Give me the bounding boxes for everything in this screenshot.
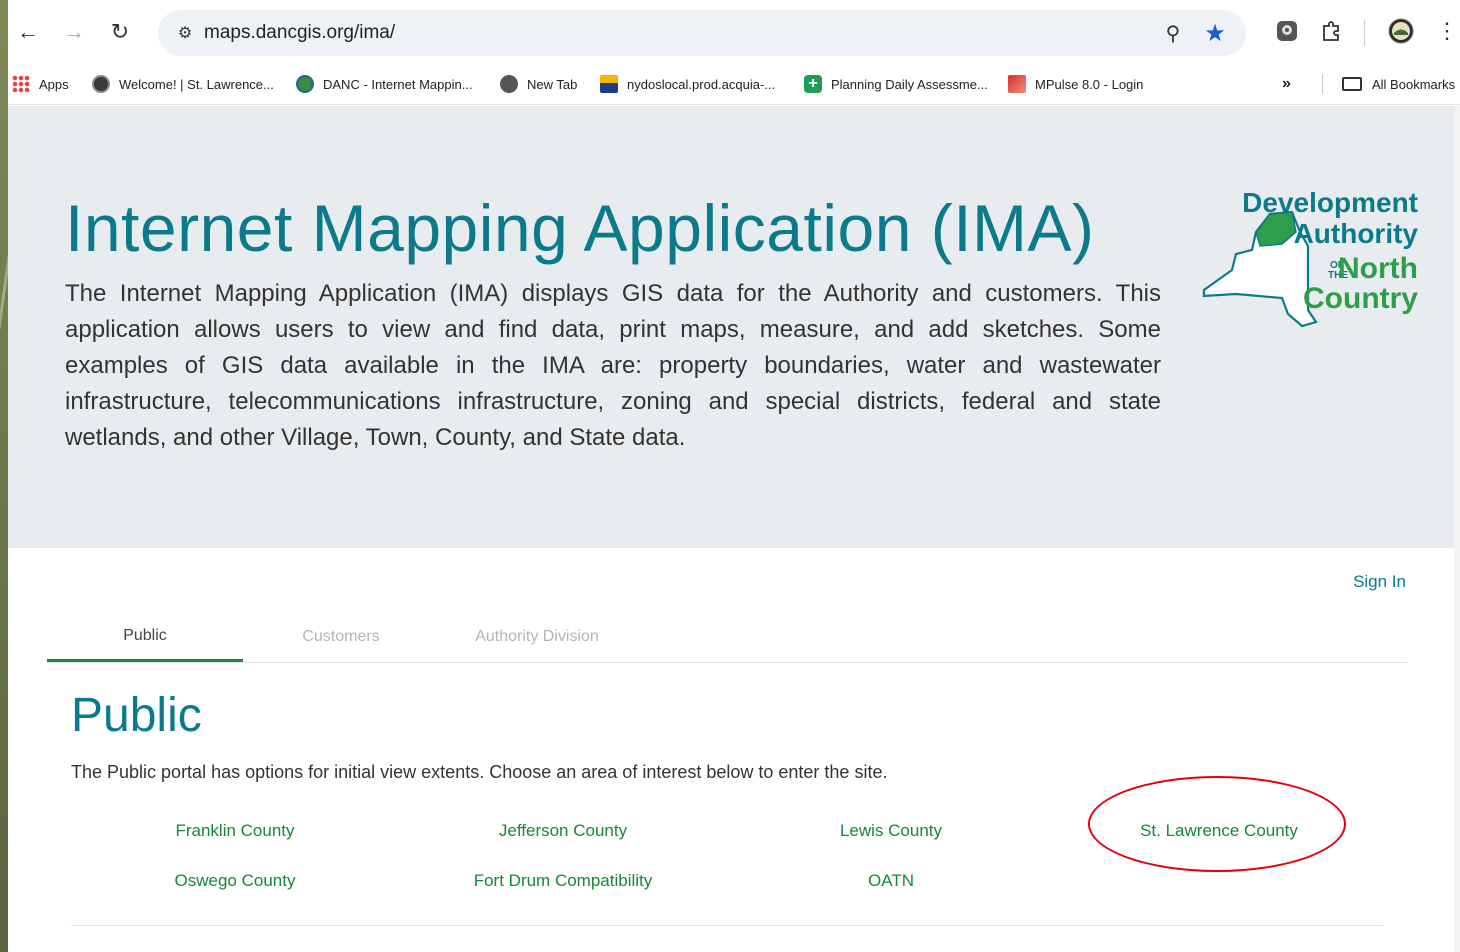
area-link-fort-drum[interactable]: Fort Drum Compatibility: [433, 871, 693, 891]
tab-authority-division[interactable]: Authority Division: [439, 612, 635, 661]
mpulse-icon: [1008, 75, 1026, 93]
toolbar-separator: [1364, 20, 1365, 46]
logo-line1: Development: [1242, 187, 1418, 218]
url-text[interactable]: maps.dancgis.org/ima/: [204, 22, 395, 44]
bookmark-label: nydoslocal.prod.acquia-...: [627, 76, 776, 92]
nydos-icon: [600, 75, 618, 93]
bookmark-nydos[interactable]: nydoslocal.prod.acquia-...: [600, 74, 775, 94]
extension-icon[interactable]: [1272, 16, 1302, 46]
profile-avatar-icon[interactable]: [1386, 16, 1416, 46]
site-info-icon[interactable]: ⚙: [174, 22, 196, 44]
bookmark-label: DANC - Internet Mappin...: [323, 76, 473, 92]
bookmark-label: MPulse 8.0 - Login: [1035, 76, 1144, 92]
browser-toolbar: ← → ↻ ⚙ maps.dancgis.org/ima/ ⚲ ★ ⋮: [8, 0, 1460, 64]
bookmark-apps[interactable]: Apps: [12, 74, 69, 94]
bookmarks-separator: [1322, 74, 1323, 94]
new-tab-icon: [500, 75, 518, 93]
bookmark-star-icon[interactable]: ★: [1202, 20, 1228, 47]
page-description: The Internet Mapping Application (IMA) d…: [65, 280, 1161, 451]
logo-line2: Authority: [1294, 218, 1419, 249]
highlight-ellipse: [1088, 776, 1346, 872]
section-divider: [71, 925, 1383, 926]
area-link-jefferson[interactable]: Jefferson County: [433, 821, 693, 841]
danc-logo: Development Authority OF THE North Count…: [1196, 186, 1426, 336]
portal-tabs: Public Customers Authority Division: [47, 612, 1407, 663]
all-bookmarks-label: All Bookmarks: [1372, 76, 1456, 92]
tab-customers[interactable]: Customers: [243, 612, 439, 661]
bookmark-new-tab[interactable]: New Tab: [500, 74, 577, 94]
section-title: Public: [71, 689, 202, 742]
bookmark-label: Apps: [39, 76, 69, 92]
bookmark-planning[interactable]: + Planning Daily Assessme...: [804, 74, 988, 94]
hero-banner: Internet Mapping Application (IMA) The I…: [8, 106, 1460, 548]
plus-icon: +: [804, 75, 822, 93]
area-link-lewis[interactable]: Lewis County: [761, 821, 1021, 841]
address-bar[interactable]: ⚙ maps.dancgis.org/ima/ ⚲ ★: [158, 10, 1246, 56]
scrollbar-track[interactable]: [1454, 106, 1460, 952]
logo-line4: Country: [1303, 282, 1418, 315]
section-description: The Public portal has options for initia…: [71, 762, 888, 782]
bookmark-label: New Tab: [527, 76, 578, 92]
bookmark-label: Planning Daily Assessme...: [831, 76, 988, 92]
menu-kebab-icon[interactable]: ⋮: [1432, 16, 1460, 46]
logo-line3: North: [1338, 252, 1418, 285]
bookmark-label: Welcome! | St. Lawrence...: [119, 76, 274, 92]
tab-public[interactable]: Public: [47, 612, 243, 662]
back-icon[interactable]: ←: [14, 18, 42, 46]
browser-window: ← → ↻ ⚙ maps.dancgis.org/ima/ ⚲ ★ ⋮ Apps…: [8, 0, 1460, 952]
apps-grid-icon: [12, 75, 30, 93]
county-seal-icon: [92, 75, 110, 93]
zoom-icon[interactable]: ⚲: [1160, 20, 1186, 46]
bookmark-mpulse[interactable]: MPulse 8.0 - Login: [1008, 74, 1143, 94]
reload-icon[interactable]: ↻: [106, 18, 134, 46]
folder-icon: [1342, 77, 1362, 91]
bookmark-danc[interactable]: DANC - Internet Mappin...: [296, 74, 473, 94]
bookmark-st-lawrence[interactable]: Welcome! | St. Lawrence...: [92, 74, 274, 94]
area-link-oswego[interactable]: Oswego County: [105, 871, 365, 891]
area-link-oatn[interactable]: OATN: [761, 871, 1021, 891]
page-title: Internet Mapping Application (IMA): [65, 191, 1095, 265]
extensions-puzzle-icon[interactable]: [1316, 16, 1346, 46]
bookmarks-bar: Apps Welcome! | St. Lawrence... DANC - I…: [8, 64, 1460, 105]
all-bookmarks[interactable]: All Bookmarks: [1342, 74, 1455, 94]
sign-in-link[interactable]: Sign In: [1353, 572, 1406, 592]
forward-icon[interactable]: →: [60, 18, 88, 46]
more-bookmarks-chevron-icon[interactable]: »: [1282, 74, 1291, 94]
globe-icon: [296, 75, 314, 93]
area-link-franklin[interactable]: Franklin County: [105, 821, 365, 841]
